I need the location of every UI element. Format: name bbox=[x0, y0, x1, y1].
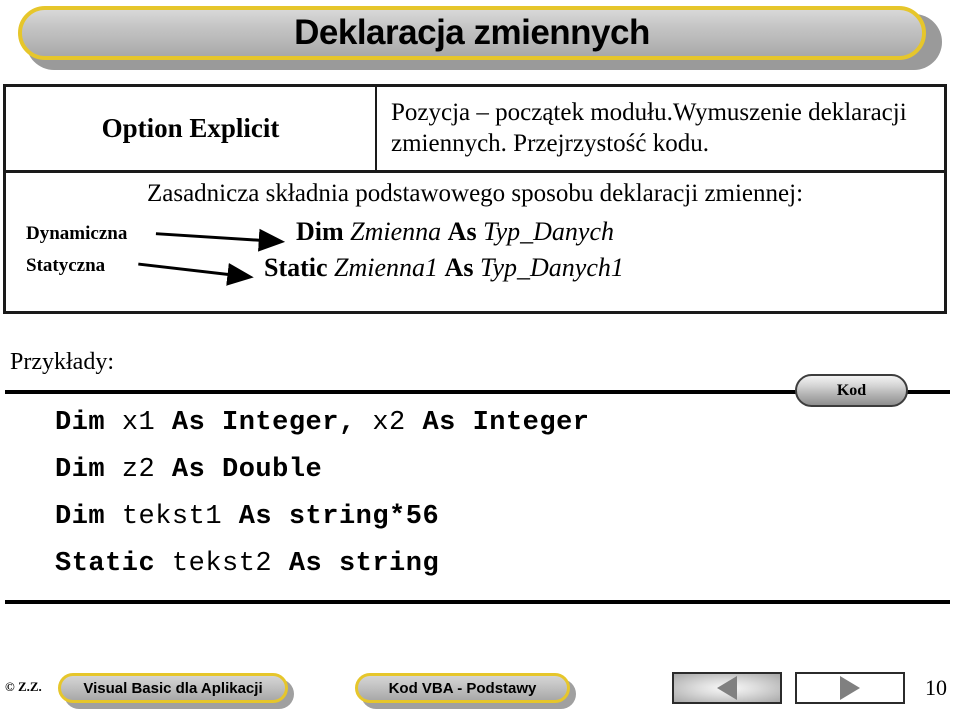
kod-badge-label: Kod bbox=[836, 381, 867, 399]
examples-label: Przykłady: bbox=[10, 349, 114, 375]
table-row-option-explicit: Option Explicit Pozycja – początek moduł… bbox=[6, 87, 944, 173]
code-keyword: As Integer bbox=[422, 408, 590, 438]
syntax-line-dynamic: Dim Zmienna As Typ_Danych bbox=[296, 217, 614, 247]
code-keyword: As string*56 bbox=[238, 502, 440, 532]
code-identifier: x2 bbox=[355, 408, 423, 438]
code-identifier: z2 bbox=[121, 455, 172, 485]
syntax-static-variable: Zmienna1 bbox=[334, 253, 439, 282]
code-keyword: Dim bbox=[55, 455, 122, 485]
nav-forward-button[interactable] bbox=[795, 672, 905, 704]
code-keyword: Dim bbox=[55, 408, 122, 438]
arrow-static-icon bbox=[138, 262, 254, 286]
examples-rule-bottom bbox=[5, 600, 950, 604]
syntax-static-type: Typ_Danych1 bbox=[479, 253, 624, 282]
code-line: Static tekst2 As string bbox=[55, 541, 590, 588]
slide-title-banner: Deklaracja zmiennych bbox=[18, 6, 942, 70]
option-explicit-term: Option Explicit bbox=[101, 113, 280, 143]
code-line: Dim z2 As Double bbox=[55, 447, 590, 494]
page-number: 10 bbox=[925, 675, 947, 700]
footer-pill-course-label: Visual Basic dla Aplikacji bbox=[83, 679, 263, 697]
code-examples: Dim x1 As Integer, x2 As Integer Dim z2 A… bbox=[55, 400, 590, 588]
table-cell-description: Pozycja – początek modułu.Wymuszenie dek… bbox=[377, 87, 944, 170]
syntax-dynamic-variable: Zmienna bbox=[350, 217, 442, 246]
syntax-dynamic-type: Typ_Danych bbox=[483, 217, 615, 246]
code-keyword: As Double bbox=[171, 455, 323, 485]
table-row-syntax: Zasadnicza składnia podstawowego sposobu… bbox=[6, 173, 944, 311]
label-dynamic: Dynamiczna bbox=[26, 223, 128, 244]
arrow-dynamic-icon bbox=[155, 228, 286, 252]
syntax-dynamic-keyword2: As bbox=[447, 217, 477, 246]
code-line: Dim tekst1 As string*56 bbox=[55, 494, 590, 541]
nav-back-button[interactable] bbox=[672, 672, 782, 704]
syntax-heading: Zasadnicza składnia podstawowego sposobu… bbox=[146, 180, 804, 207]
code-keyword: Dim bbox=[55, 502, 122, 532]
footer-pill-topic[interactable]: Kod VBA - Podstawy bbox=[355, 673, 570, 703]
kod-badge: Kod bbox=[795, 374, 908, 407]
back-triangle-icon bbox=[717, 676, 737, 700]
table-cell-term: Option Explicit bbox=[6, 87, 377, 170]
syntax-static-keyword1: Static bbox=[264, 253, 328, 282]
code-keyword: Static bbox=[55, 549, 172, 579]
title-banner-body: Deklaracja zmiennych bbox=[18, 6, 926, 60]
footer-pill-course[interactable]: Visual Basic dla Aplikacji bbox=[58, 673, 288, 703]
code-identifier: tekst2 bbox=[171, 549, 289, 579]
forward-triangle-icon bbox=[840, 676, 860, 700]
code-identifier: x1 bbox=[121, 408, 172, 438]
label-static: Statyczna bbox=[26, 255, 106, 276]
code-keyword: As string bbox=[288, 549, 440, 579]
copyright-text: © Z.Z. bbox=[5, 679, 42, 694]
option-explicit-description: Pozycja – początek modułu.Wymuszenie dek… bbox=[391, 99, 907, 157]
footer-pill-topic-label: Kod VBA - Podstawy bbox=[388, 679, 537, 697]
code-line: Dim x1 As Integer, x2 As Integer bbox=[55, 400, 590, 447]
code-keyword: As Integer, bbox=[171, 408, 356, 438]
page-title: Deklaracja zmiennych bbox=[294, 12, 650, 52]
syntax-line-static: Static Zmienna1 As Typ_Danych1 bbox=[264, 253, 624, 283]
code-identifier: tekst1 bbox=[121, 502, 239, 532]
syntax-static-keyword2: As bbox=[444, 253, 474, 282]
declaration-table: Option Explicit Pozycja – początek moduł… bbox=[3, 84, 947, 314]
syntax-dynamic-keyword1: Dim bbox=[296, 217, 344, 246]
